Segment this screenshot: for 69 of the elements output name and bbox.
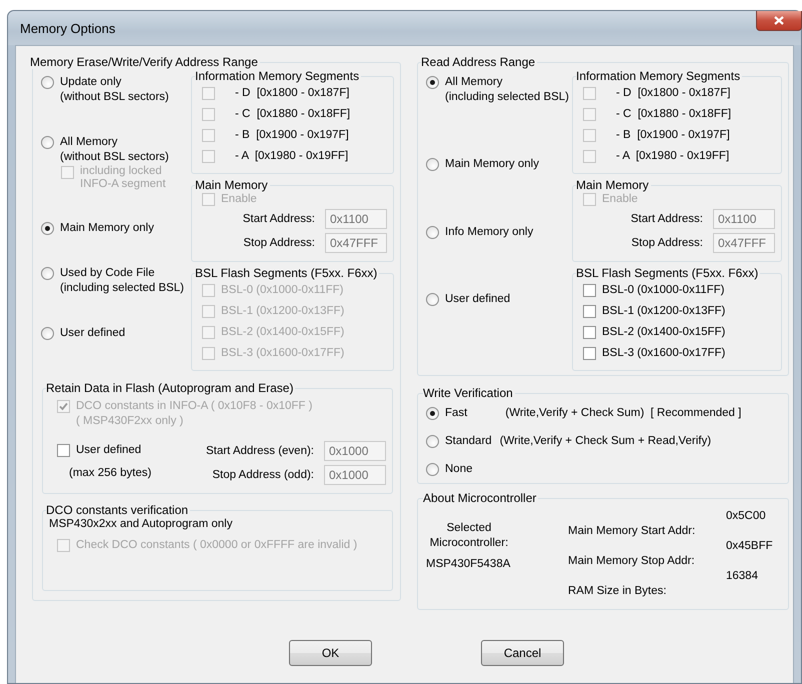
radio-button[interactable] bbox=[41, 222, 54, 235]
close-icon bbox=[774, 16, 784, 25]
dialog-button[interactable]: OK bbox=[289, 640, 372, 666]
checkbox-label[interactable]: BSL-2 (0x1400-0x15FF) bbox=[602, 325, 726, 340]
checkbox[interactable] bbox=[583, 284, 596, 297]
group-title: Write Verification bbox=[423, 386, 514, 400]
radio-label[interactable]: User defined bbox=[60, 326, 126, 341]
radio-button[interactable] bbox=[426, 463, 439, 476]
radio-label[interactable]: Used by Code File (including selected BSL) bbox=[60, 266, 184, 296]
checkbox-label[interactable]: BSL-0 (0x1000-0x11FF) bbox=[602, 283, 725, 298]
info-label: Main Memory Start Addr: bbox=[567, 524, 696, 539]
checkbox-label[interactable]: BSL-3 (0x1600-0x17FF) bbox=[602, 346, 726, 361]
note-text: MSP430x2xx and Autoprogram only bbox=[49, 517, 234, 532]
checkbox[interactable] bbox=[583, 305, 596, 318]
dialog-button[interactable]: Cancel bbox=[481, 640, 564, 666]
group-title: DCO constants verification bbox=[46, 503, 190, 517]
field-label: Stop Address (odd): bbox=[212, 468, 314, 482]
window-title: Memory Options bbox=[20, 21, 116, 36]
radio-button[interactable] bbox=[426, 292, 439, 306]
group-title: Information Memory Segments bbox=[195, 69, 360, 83]
radio-button[interactable] bbox=[41, 327, 54, 340]
field-label: Start Address: bbox=[242, 212, 315, 226]
group-title: About Microcontroller bbox=[423, 491, 538, 505]
field-label: Start Address (even): bbox=[206, 444, 314, 458]
group-title: Memory Erase/Write/Verify Address Range bbox=[30, 55, 259, 69]
checkbox[interactable] bbox=[57, 444, 70, 457]
group-title: Read Address Range bbox=[421, 55, 536, 69]
field-label: Stop Address: bbox=[631, 236, 703, 250]
radio-button[interactable] bbox=[426, 76, 439, 89]
radio-button[interactable] bbox=[426, 226, 439, 239]
group-title: Main Memory bbox=[195, 178, 269, 192]
radio-button[interactable] bbox=[41, 136, 54, 149]
note-text: (max 256 bytes) bbox=[68, 466, 152, 481]
info-value: 0x45BFF bbox=[726, 539, 774, 554]
radio-label[interactable]: Update only (without BSL sectors) bbox=[60, 75, 169, 105]
radio-label[interactable]: None bbox=[445, 462, 472, 477]
close-button[interactable] bbox=[756, 11, 802, 31]
radio-label[interactable]: Main Memory only bbox=[60, 221, 154, 236]
info-label: RAM Size in Bytes: bbox=[567, 584, 668, 599]
option-detail: (Write,Verify + Check Sum + Read,Verify) bbox=[500, 434, 712, 449]
option-detail: (Write,Verify + Check Sum) [ Recommended ] bbox=[505, 406, 742, 421]
device-name: MSP430F5438A bbox=[426, 557, 512, 572]
radio-label[interactable]: All Memory (without BSL sectors) bbox=[60, 135, 169, 165]
radio-button[interactable] bbox=[426, 158, 439, 172]
radio-button[interactable] bbox=[426, 435, 439, 448]
group-title: Information Memory Segments bbox=[576, 69, 742, 83]
radio-button[interactable] bbox=[426, 407, 439, 420]
radio-label[interactable]: All Memory (including selected BSL) bbox=[445, 75, 570, 105]
info-label: Selected Microcontroller: bbox=[428, 521, 510, 551]
radio-label[interactable]: Fast bbox=[445, 406, 468, 421]
checkbox[interactable] bbox=[583, 347, 596, 360]
group-title: BSL Flash Segments (F5xx. F6xx) bbox=[195, 266, 378, 280]
group-title: Retain Data in Flash (Autoprogram and Erase) bbox=[46, 381, 294, 395]
radio-label[interactable]: Standard bbox=[445, 434, 492, 449]
radio-label[interactable]: Main Memory only bbox=[445, 157, 539, 172]
field-label: Start Address: bbox=[630, 212, 703, 226]
field-label: Stop Address: bbox=[243, 236, 315, 250]
group-title: BSL Flash Segments (F5xx. F6xx) bbox=[576, 266, 760, 280]
checkbox[interactable] bbox=[583, 326, 596, 339]
radio-button[interactable] bbox=[41, 76, 54, 89]
checkbox-label[interactable]: User defined bbox=[76, 443, 142, 458]
radio-label[interactable]: User defined bbox=[445, 292, 510, 307]
group-title: Main Memory bbox=[576, 178, 650, 192]
checkbox-label[interactable]: BSL-1 (0x1200-0x13FF) bbox=[602, 304, 726, 319]
info-label: Main Memory Stop Addr: bbox=[567, 554, 696, 569]
radio-button[interactable] bbox=[41, 267, 54, 280]
info-value: 0x5C00 bbox=[726, 509, 767, 524]
info-value: 16384 bbox=[726, 569, 759, 584]
radio-label[interactable]: Info Memory only bbox=[445, 224, 534, 240]
